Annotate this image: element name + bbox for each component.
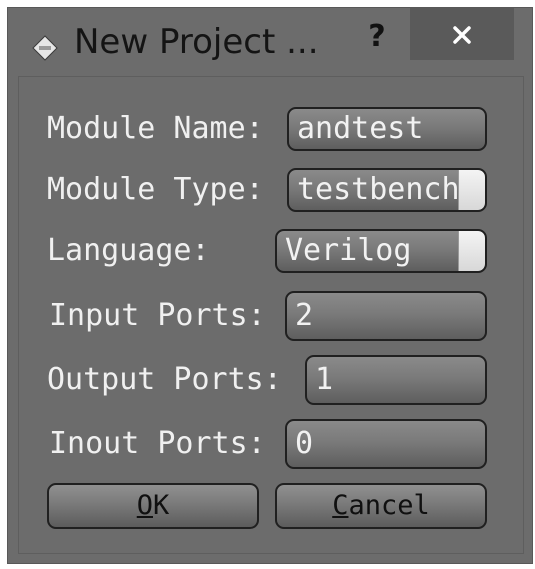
ok-button[interactable]: OK — [47, 483, 259, 529]
new-project-dialog: New Project ... ? Module Name: andtest M… — [8, 8, 532, 563]
cancel-label-rest: ancel — [348, 490, 430, 521]
language-combobox[interactable]: Verilog — [275, 229, 487, 273]
dialog-body: Module Name: andtest Module Type: testbe… — [18, 76, 524, 554]
module-type-combobox[interactable]: testbench — [287, 168, 487, 212]
module-name-input[interactable]: andtest — [287, 107, 487, 151]
input-ports-input[interactable]: 2 — [285, 291, 487, 341]
output-ports-label: Output Ports: — [47, 362, 282, 397]
inout-ports-label: Inout Ports: — [49, 426, 266, 461]
app-diamond-icon — [32, 35, 58, 61]
output-ports-input[interactable]: 1 — [305, 355, 487, 405]
title-bar[interactable]: New Project ... ? — [8, 8, 532, 76]
input-ports-label: Input Ports: — [49, 298, 266, 333]
cancel-button[interactable]: Cancel — [275, 483, 487, 529]
module-type-value: testbench — [297, 172, 457, 207]
cancel-mnemonic: C — [332, 490, 349, 521]
ok-label-rest: K — [153, 490, 170, 521]
window-title: New Project ... — [74, 22, 319, 62]
close-button[interactable] — [410, 8, 514, 60]
module-name-label: Module Name: — [47, 111, 264, 146]
input-ports-value: 2 — [295, 298, 314, 333]
language-label: Language: — [47, 233, 210, 268]
ok-mnemonic: O — [136, 490, 153, 521]
language-value: Verilog — [285, 233, 412, 268]
inout-ports-input[interactable]: 0 — [285, 419, 487, 469]
help-button[interactable]: ? — [357, 12, 397, 62]
language-dropdown-handle[interactable] — [458, 231, 485, 271]
close-icon — [453, 26, 471, 44]
module-name-value: andtest — [297, 111, 424, 146]
output-ports-value: 1 — [315, 362, 334, 397]
module-type-label: Module Type: — [47, 172, 264, 207]
module-type-dropdown-handle[interactable] — [458, 170, 485, 210]
inout-ports-value: 0 — [295, 426, 314, 461]
